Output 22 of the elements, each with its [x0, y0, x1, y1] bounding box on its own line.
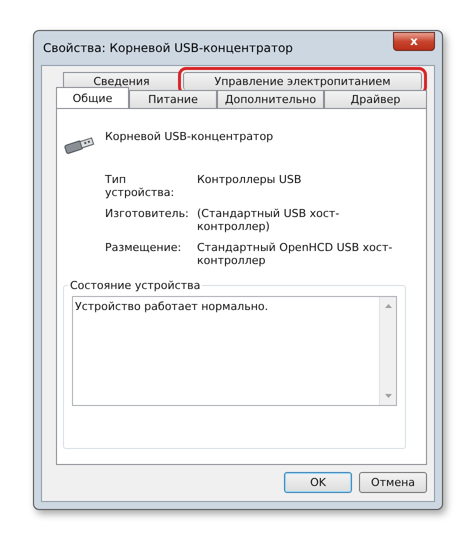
- property-value: (Стандартный USB хост-контроллер): [197, 207, 340, 233]
- property-label: Изготовитель:: [105, 207, 190, 222]
- device-name: Корневой USB-концентратор: [105, 130, 274, 142]
- scrollbar[interactable]: [379, 297, 396, 405]
- property-label: Тип устройства:: [105, 173, 176, 199]
- scroll-up-icon[interactable]: [384, 304, 392, 308]
- usb-plug-icon: [63, 135, 95, 155]
- scroll-down-icon[interactable]: [384, 394, 392, 398]
- window-title: Свойства: Корневой USB-концентратор: [42, 41, 293, 55]
- tab[interactable]: Дополнительно: [217, 90, 324, 108]
- close-button[interactable]: x: [393, 32, 435, 50]
- property-label: Размещение:: [105, 241, 182, 256]
- property-value: Контроллеры USB: [197, 173, 302, 188]
- dialog-button[interactable]: OK: [284, 472, 352, 493]
- dialog-button[interactable]: Отмена: [359, 472, 427, 493]
- group-title: Состояние устройства: [69, 279, 202, 292]
- tab[interactable]: Общие: [56, 87, 129, 108]
- status-text: Устройство работает нормально.: [74, 299, 270, 315]
- property-value: Стандартный OpenHCD USB хост-контроллер: [197, 241, 394, 267]
- tab[interactable]: Драйвер: [324, 90, 427, 108]
- status-text-box[interactable]: Устройство работает нормально.: [72, 296, 397, 406]
- tab[interactable]: Питание: [129, 90, 217, 108]
